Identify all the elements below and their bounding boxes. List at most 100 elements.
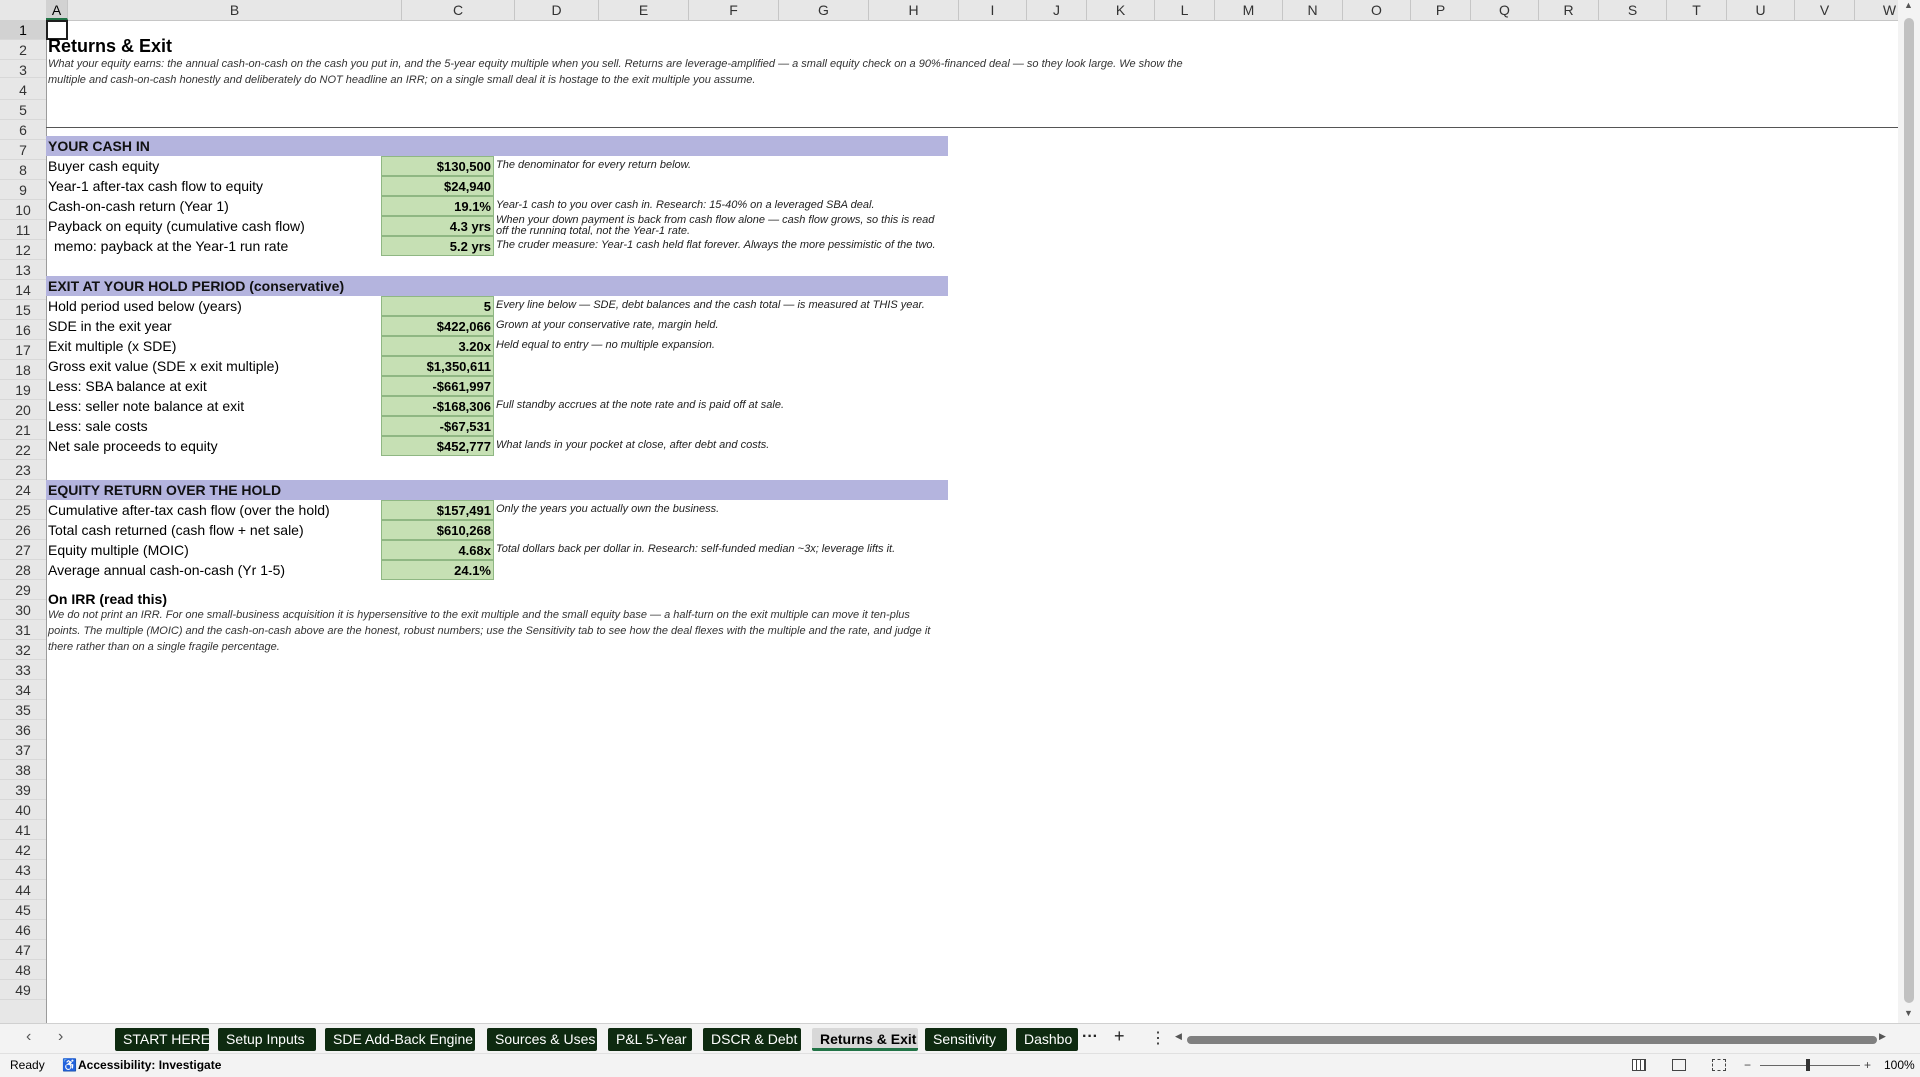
row-value[interactable]: -$67,531: [381, 416, 494, 436]
row-header-39[interactable]: 39: [0, 780, 46, 800]
add-sheet-icon[interactable]: +: [1114, 1026, 1125, 1047]
row-header-6[interactable]: 6: [0, 120, 46, 140]
row-header-15[interactable]: 15: [0, 300, 46, 320]
column-header-N[interactable]: N: [1283, 0, 1343, 20]
row-header-37[interactable]: 37: [0, 740, 46, 760]
row-header-22[interactable]: 22: [0, 440, 46, 460]
row-header-19[interactable]: 19: [0, 380, 46, 400]
row-header-2[interactable]: 2: [0, 40, 46, 60]
row-header-48[interactable]: 48: [0, 960, 46, 980]
page-break-icon[interactable]: [1712, 1059, 1726, 1071]
row-header-36[interactable]: 36: [0, 720, 46, 740]
column-header-S[interactable]: S: [1599, 0, 1667, 20]
page-layout-icon[interactable]: [1672, 1059, 1686, 1071]
row-header-1[interactable]: 1: [0, 20, 46, 40]
sheet-tab[interactable]: Setup Inputs: [218, 1028, 316, 1051]
column-header-O[interactable]: O: [1343, 0, 1411, 20]
row-header-17[interactable]: 17: [0, 340, 46, 360]
row-header-46[interactable]: 46: [0, 920, 46, 940]
row-header-33[interactable]: 33: [0, 660, 46, 680]
column-header-B[interactable]: B: [68, 0, 402, 20]
row-value[interactable]: -$661,997: [381, 376, 494, 396]
row-header-21[interactable]: 21: [0, 420, 46, 440]
row-value[interactable]: $452,777: [381, 436, 494, 456]
row-header-8[interactable]: 8: [0, 160, 46, 180]
column-header-F[interactable]: F: [689, 0, 779, 20]
row-header-45[interactable]: 45: [0, 900, 46, 920]
row-header-3[interactable]: 3: [0, 60, 46, 78]
column-header-L[interactable]: L: [1155, 0, 1215, 20]
row-header-7[interactable]: 7: [0, 140, 46, 160]
column-header-K[interactable]: K: [1087, 0, 1155, 20]
row-header-26[interactable]: 26: [0, 520, 46, 540]
scroll-right-icon[interactable]: ▶: [1879, 1031, 1886, 1042]
vertical-scroll-thumb[interactable]: [1904, 18, 1914, 1003]
zoom-in-icon[interactable]: +: [1864, 1054, 1871, 1077]
row-header-35[interactable]: 35: [0, 700, 46, 720]
sheet-tab[interactable]: Sources & Uses: [487, 1028, 597, 1051]
row-header-40[interactable]: 40: [0, 800, 46, 820]
column-header-M[interactable]: M: [1215, 0, 1283, 20]
row-value[interactable]: 3.20x: [381, 336, 494, 356]
zoom-slider[interactable]: [1760, 1065, 1860, 1066]
row-header-41[interactable]: 41: [0, 820, 46, 840]
column-header-Q[interactable]: Q: [1471, 0, 1539, 20]
row-header-34[interactable]: 34: [0, 680, 46, 700]
sheet-tab[interactable]: SDE Add-Back Engine: [325, 1028, 475, 1051]
row-header-49[interactable]: 49: [0, 980, 46, 1000]
sheet-tab[interactable]: P&L 5-Year: [608, 1028, 692, 1051]
row-header-16[interactable]: 16: [0, 320, 46, 340]
row-header-44[interactable]: 44: [0, 880, 46, 900]
zoom-level[interactable]: 100%: [1884, 1054, 1915, 1077]
row-header-32[interactable]: 32: [0, 640, 46, 660]
sheet-tab[interactable]: Dashbo: [1016, 1028, 1078, 1051]
row-value[interactable]: $157,491: [381, 500, 494, 520]
row-header-13[interactable]: 13: [0, 260, 46, 280]
row-header-29[interactable]: 29: [0, 580, 46, 600]
row-value[interactable]: $1,350,611: [381, 356, 494, 376]
sheet-tab[interactable]: DSCR & Debt: [703, 1028, 801, 1051]
row-header-25[interactable]: 25: [0, 500, 46, 520]
row-header-31[interactable]: 31: [0, 620, 46, 640]
prev-sheet-icon[interactable]: ‹: [26, 1028, 31, 1046]
column-header-J[interactable]: J: [1027, 0, 1087, 20]
row-value[interactable]: $130,500: [381, 156, 494, 176]
row-value[interactable]: $610,268: [381, 520, 494, 540]
scroll-left-icon[interactable]: ◀: [1175, 1031, 1182, 1042]
column-header-V[interactable]: V: [1795, 0, 1855, 20]
row-header-18[interactable]: 18: [0, 360, 46, 380]
zoom-out-icon[interactable]: −: [1744, 1054, 1751, 1077]
sheet-tab[interactable]: Sensitivity: [925, 1028, 1007, 1051]
more-sheets-icon[interactable]: ···: [1082, 1028, 1098, 1046]
scroll-down-icon[interactable]: ▼: [1904, 1008, 1913, 1018]
row-header-28[interactable]: 28: [0, 560, 46, 580]
row-header-42[interactable]: 42: [0, 840, 46, 860]
column-header-U[interactable]: U: [1727, 0, 1795, 20]
horizontal-scrollbar[interactable]: ◀ ▶: [1175, 1031, 1886, 1044]
sheet-menu-icon[interactable]: ⋮: [1150, 1028, 1166, 1048]
column-header-C[interactable]: C: [402, 0, 515, 20]
row-value[interactable]: 4.68x: [381, 540, 494, 560]
next-sheet-icon[interactable]: ›: [58, 1028, 63, 1046]
vertical-scrollbar[interactable]: ▲ ▼: [1898, 0, 1920, 1023]
row-value[interactable]: $24,940: [381, 176, 494, 196]
row-header-38[interactable]: 38: [0, 760, 46, 780]
row-value[interactable]: 24.1%: [381, 560, 494, 580]
row-header-10[interactable]: 10: [0, 200, 46, 220]
sheet-tab[interactable]: Returns & Exit: [812, 1028, 918, 1051]
row-header-11[interactable]: 11: [0, 220, 46, 240]
worksheet-grid[interactable]: Returns & Exit What your equity earns: t…: [46, 20, 1898, 1023]
horizontal-scroll-thumb[interactable]: [1187, 1036, 1877, 1044]
row-header-43[interactable]: 43: [0, 860, 46, 880]
column-header-P[interactable]: P: [1411, 0, 1471, 20]
column-header-D[interactable]: D: [515, 0, 599, 20]
row-header-24[interactable]: 24: [0, 480, 46, 500]
row-header-9[interactable]: 9: [0, 180, 46, 200]
column-header-E[interactable]: E: [599, 0, 689, 20]
row-value[interactable]: $422,066: [381, 316, 494, 336]
column-header-R[interactable]: R: [1539, 0, 1599, 20]
row-header-23[interactable]: 23: [0, 460, 46, 480]
accessibility-status[interactable]: Accessibility: Investigate: [78, 1054, 221, 1077]
accessibility-icon[interactable]: ♿: [62, 1054, 77, 1077]
row-value[interactable]: -$168,306: [381, 396, 494, 416]
